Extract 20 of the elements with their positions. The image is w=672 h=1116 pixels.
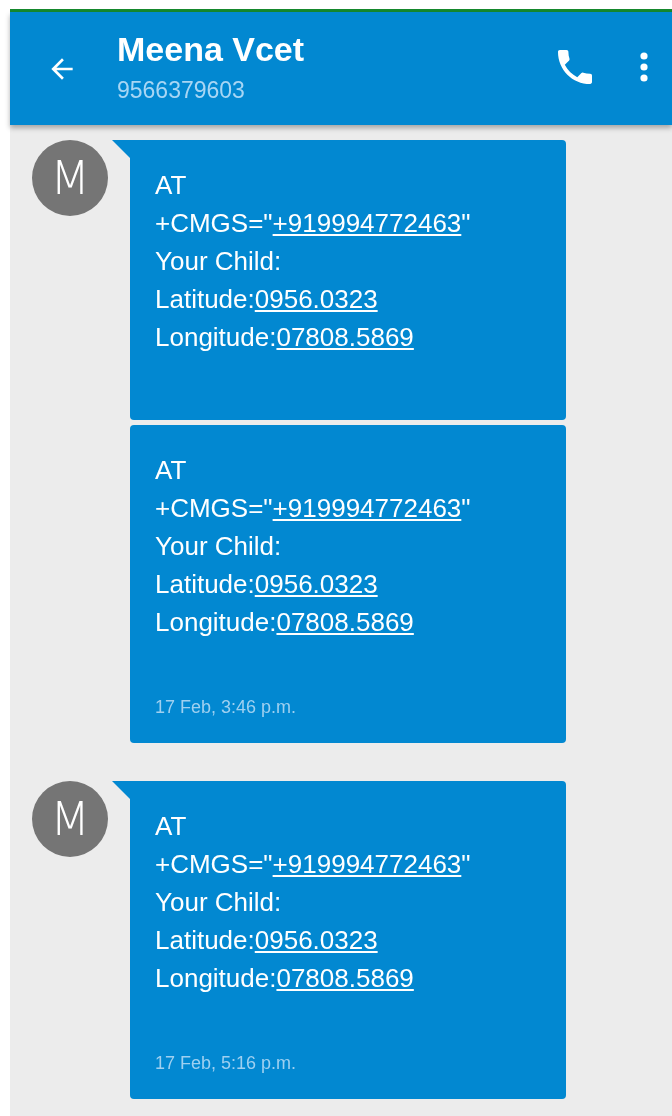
avatar[interactable]: M bbox=[32, 140, 108, 216]
link[interactable]: 07808.5869 bbox=[276, 963, 414, 993]
link[interactable]: 0956.0323 bbox=[254, 925, 378, 955]
link[interactable]: +919994772463 bbox=[272, 493, 462, 523]
phone-number: 9566379603 bbox=[117, 75, 246, 105]
message-text: AT +CMGS="+919994772463" Your Child: Latitude:0956.0323 Longitude:07808.5869 bbox=[155, 169, 472, 354]
link[interactable]: 07808.5869 bbox=[276, 322, 414, 352]
timestamp: 17 Feb, 3:46 p.m. bbox=[155, 696, 297, 719]
timestamp: 17 Feb, 5:16 p.m. bbox=[155, 1052, 297, 1075]
avatar[interactable]: M bbox=[32, 781, 108, 857]
link[interactable]: 07808.5869 bbox=[276, 607, 414, 637]
more-options-icon[interactable] bbox=[640, 51, 648, 82]
phone-icon[interactable] bbox=[558, 49, 592, 84]
link[interactable]: +919994772463 bbox=[272, 208, 462, 238]
link[interactable]: 0956.0323 bbox=[254, 569, 378, 599]
message-text: AT +CMGS="+919994772463" Your Child: Latitude:0956.0323 Longitude:07808.5869 bbox=[155, 810, 472, 995]
link[interactable]: 0956.0323 bbox=[254, 284, 378, 314]
contact-name: Meena Vcet bbox=[117, 28, 306, 69]
link[interactable]: +919994772463 bbox=[272, 849, 462, 879]
message-text: AT +CMGS="+919994772463" Your Child: Latitude:0956.0323 Longitude:07808.5869 bbox=[155, 454, 472, 639]
